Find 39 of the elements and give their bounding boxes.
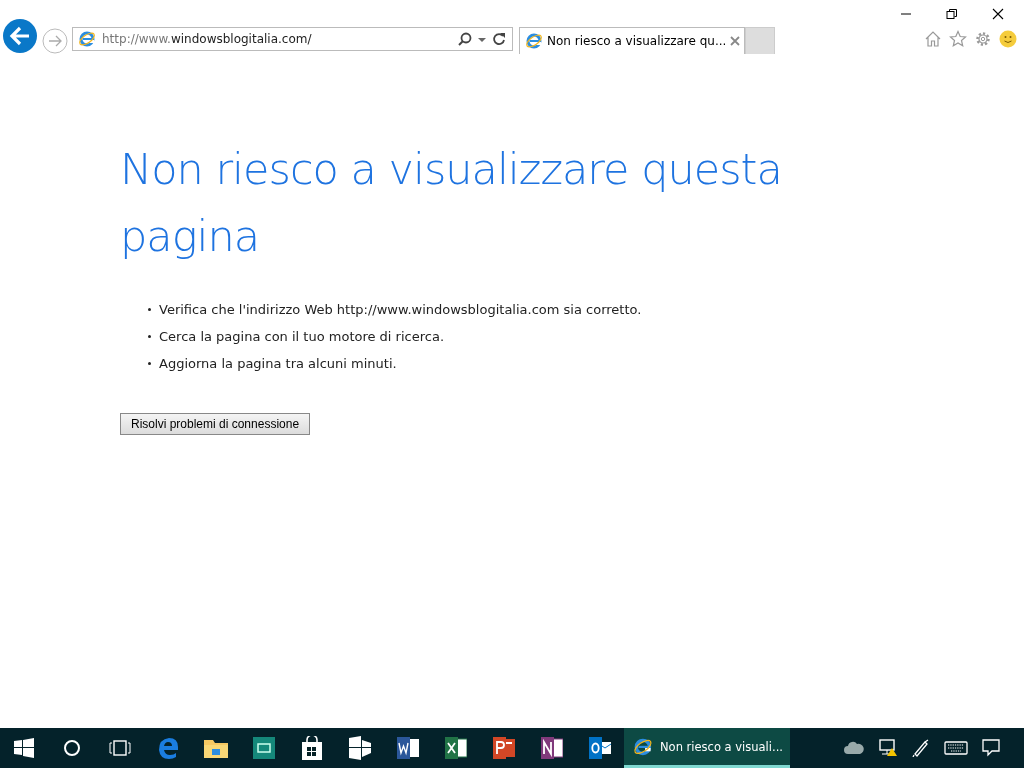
windows-logo-icon[interactable] xyxy=(14,738,34,758)
smiley-icon[interactable] xyxy=(999,30,1017,48)
bullet-icon xyxy=(148,308,151,311)
gear-icon[interactable] xyxy=(974,30,992,48)
word-document-icon[interactable] xyxy=(397,737,419,759)
bullet-text: Verifica che l'indirizzo Web http://www.windowsblogitalia.com sia corretto. xyxy=(159,302,642,317)
shopping-bag-icon[interactable] xyxy=(301,736,323,760)
star-icon[interactable] xyxy=(949,30,967,48)
bullet-text: Aggiorna la pagina tra alcuni minuti. xyxy=(159,356,397,371)
speech-bubble-icon[interactable] xyxy=(982,739,1000,757)
search-icon[interactable] xyxy=(458,32,472,46)
bullet-icon xyxy=(148,335,151,338)
powerpoint-slides-icon[interactable] xyxy=(493,737,515,759)
internet-explorer-icon xyxy=(78,30,96,48)
network-warning-icon[interactable] xyxy=(878,739,898,757)
tiles-icon[interactable] xyxy=(349,736,371,760)
browser-tab[interactable]: Non riesco a visualizzare qu... xyxy=(519,27,746,54)
bullet-text: Cerca la pagina con il tuo motore di ricerca. xyxy=(159,329,445,344)
internet-explorer-icon xyxy=(525,32,543,50)
outlook-mail-icon[interactable] xyxy=(589,737,611,759)
onenote-notebook-icon[interactable] xyxy=(541,737,563,759)
page-heading: Non riesco a visualizzare questa pagina xyxy=(120,143,783,263)
app-tile-icon[interactable] xyxy=(253,737,275,759)
keyboard-icon[interactable] xyxy=(944,741,968,755)
pen-icon[interactable] xyxy=(912,739,930,757)
home-icon[interactable] xyxy=(924,30,942,48)
address-field[interactable]: http://www.windowsblogitalia.com/ xyxy=(72,27,513,51)
taskbar-window-button[interactable]: Non riesco a visuali... xyxy=(624,728,790,768)
refresh-icon[interactable] xyxy=(492,32,506,46)
restore-icon[interactable] xyxy=(946,8,958,20)
circle-icon[interactable] xyxy=(63,739,81,757)
cloud-icon[interactable] xyxy=(844,741,864,755)
edge-browser-icon[interactable] xyxy=(157,737,179,759)
folder-icon[interactable] xyxy=(204,738,228,758)
bullet-icon xyxy=(148,362,151,365)
troubleshoot-button[interactable]: Risolvi problemi di connessione xyxy=(120,413,311,435)
close-icon[interactable] xyxy=(992,8,1004,20)
task-view-icon[interactable] xyxy=(109,740,131,756)
excel-spreadsheet-icon[interactable] xyxy=(445,737,467,759)
